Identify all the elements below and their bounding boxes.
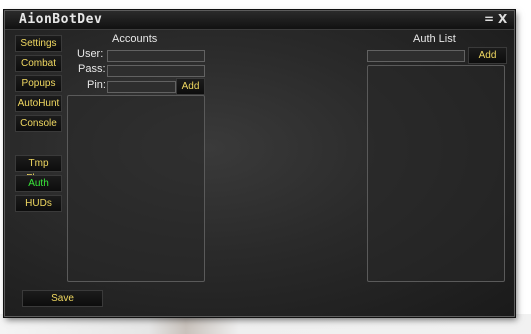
minimize-icon[interactable]: = [484,12,494,26]
pin-field[interactable] [107,81,176,93]
accounts-heading: Accounts [112,33,158,45]
auth-list-heading: Auth List [413,33,456,45]
auth-list-box[interactable] [367,65,505,282]
sidebar-item-console[interactable]: Console [15,115,62,132]
close-icon[interactable]: X [498,12,507,26]
add-auth-button[interactable]: Add [468,47,507,64]
sidebar-item-huds[interactable]: HUDs [15,195,62,212]
add-account-button[interactable]: Add [176,78,205,95]
pass-label: Pass: [78,63,106,75]
game-background-edge [0,314,531,334]
title-bar[interactable]: AionBotDev = X [5,11,514,30]
accounts-list[interactable] [67,95,205,282]
pin-label: Pin: [87,79,106,91]
sidebar-item-auth[interactable]: Auth [15,175,62,192]
aionbotdev-window: AionBotDev = X Settings Combat Popups Au… [4,10,515,317]
sidebar-item-combat[interactable]: Combat [15,55,62,72]
sidebar-item-settings[interactable]: Settings [15,35,62,52]
pass-field[interactable] [107,65,205,77]
sidebar-item-autohunt[interactable]: AutoHunt [15,95,62,112]
auth-input[interactable] [367,50,465,62]
sidebar-item-tmp-flags[interactable]: Tmp Flags [15,155,62,184]
window-title: AionBotDev [19,12,103,27]
user-field[interactable] [107,50,205,62]
user-label: User: [77,48,104,60]
sidebar-item-popups[interactable]: Popups [15,75,62,92]
save-button[interactable]: Save [22,290,103,307]
